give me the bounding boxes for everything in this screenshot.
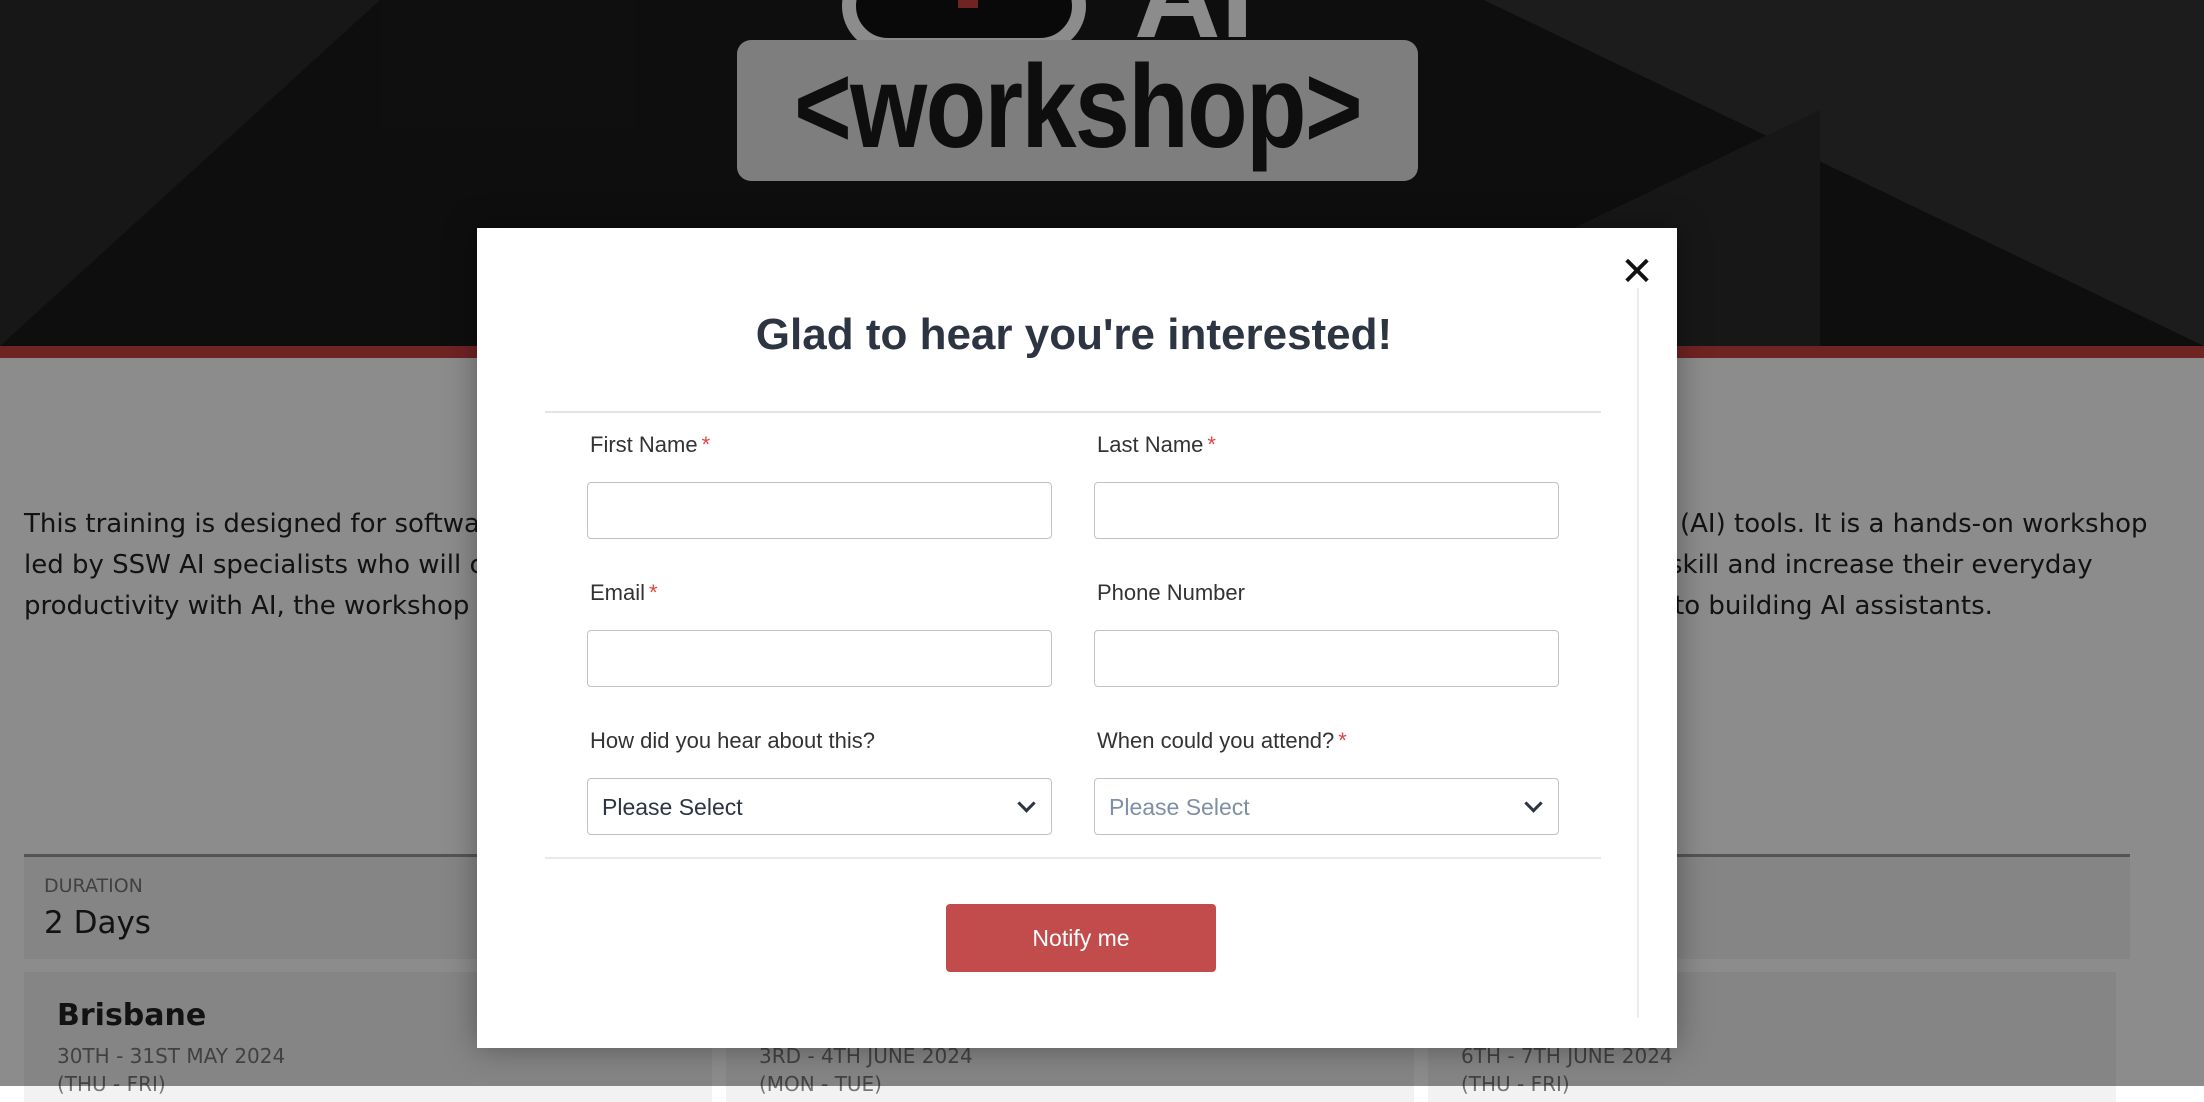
chevron-down-icon [1524, 794, 1543, 813]
hear-about-selected: Please Select [602, 794, 743, 820]
divider [545, 857, 1601, 859]
last-name-input[interactable] [1094, 482, 1559, 539]
email-input[interactable] [587, 630, 1052, 687]
close-icon[interactable]: ✕ [1617, 252, 1657, 292]
attend-when-selected: Please Select [1109, 794, 1250, 820]
attend-when-select[interactable]: Please Select [1094, 778, 1559, 835]
hear-about-label-text: How did you hear about this? [590, 728, 875, 753]
attend-when-label: When could you attend? * [1097, 728, 1347, 754]
first-name-input[interactable] [587, 482, 1052, 539]
phone-label: Phone Number [1097, 580, 1245, 606]
required-marker: * [649, 580, 658, 605]
required-marker: * [1207, 432, 1216, 457]
chevron-down-icon [1017, 794, 1036, 813]
notify-me-button[interactable]: Notify me [946, 904, 1216, 972]
attend-when-label-text: When could you attend? [1097, 728, 1335, 753]
interest-modal: ✕ Glad to hear you're interested! First … [477, 228, 1677, 1048]
modal-scrollbar[interactable] [1637, 288, 1639, 1018]
hear-about-label: How did you hear about this? [590, 728, 875, 754]
required-marker: * [701, 432, 711, 457]
required-marker: * [1338, 728, 1347, 753]
modal-title: Glad to hear you're interested! [755, 310, 1393, 359]
phone-label-text: Phone Number [1097, 580, 1245, 605]
email-label: Email * [590, 580, 658, 606]
first-name-label: First Name * [590, 432, 710, 458]
email-label-text: Email [590, 580, 646, 605]
last-name-label: Last Name * [1097, 432, 1216, 458]
phone-input[interactable] [1094, 630, 1559, 687]
first-name-label-text: First Name [590, 432, 698, 457]
last-name-label-text: Last Name [1097, 432, 1204, 457]
divider [545, 411, 1601, 413]
hear-about-select[interactable]: Please Select [587, 778, 1052, 835]
